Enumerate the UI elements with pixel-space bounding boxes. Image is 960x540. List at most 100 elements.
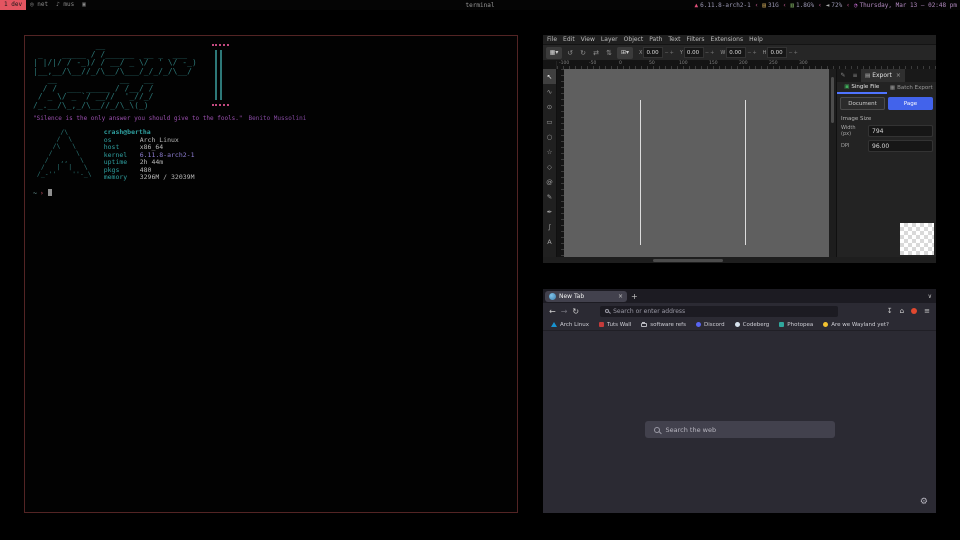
bookmark-are-we-wayland-yet-[interactable]: Are we Wayland yet? <box>823 322 889 328</box>
text-tool[interactable]: A <box>543 234 556 249</box>
workspace-net[interactable]: ◎ net <box>26 0 52 10</box>
node-tool[interactable]: ∿ <box>543 84 556 99</box>
scrollbar-thumb[interactable] <box>653 259 723 262</box>
decrement-icon[interactable]: − <box>705 50 709 56</box>
layers-dock-icon[interactable]: ≡ <box>849 72 861 79</box>
document-button[interactable]: Document <box>840 97 885 110</box>
browser-tab-new-tab[interactable]: New Tab × <box>545 291 627 302</box>
calligraphy-tool[interactable]: ∫ <box>543 219 556 234</box>
flip-horizontal-icon[interactable]: ⇄ <box>591 49 601 57</box>
downloads-icon[interactable]: ↧ <box>887 307 893 315</box>
shape-builder-tool[interactable]: ⊙ <box>543 99 556 114</box>
bookmark-discord[interactable]: Discord <box>696 322 725 328</box>
spiral-tool[interactable]: @ <box>543 174 556 189</box>
flip-vertical-icon[interactable]: ⇅ <box>604 49 614 57</box>
export-dock-tab[interactable]: ▤ Export × <box>861 69 905 82</box>
circle-bookmark-icon <box>696 322 701 327</box>
star-tool[interactable]: ☆ <box>543 144 556 159</box>
new-tab-button[interactable]: + <box>631 292 638 301</box>
personalize-gear-icon[interactable]: ⚙ <box>920 497 928 507</box>
bookmark-software-refs[interactable]: software refs <box>641 322 686 328</box>
rectangle-tool[interactable]: ▭ <box>543 114 556 129</box>
pen-tool[interactable]: ✒ <box>543 204 556 219</box>
reload-icon[interactable]: ↻ <box>572 307 579 316</box>
rotate-ccw-icon[interactable]: ↺ <box>565 49 575 57</box>
increment-icon[interactable]: + <box>710 50 714 56</box>
increment-icon[interactable]: + <box>752 50 756 56</box>
status-bar: 1 dev◎ net♪ mus▣ terminal ▲6.11.8-arch2-… <box>0 0 960 10</box>
address-bar[interactable]: Search or enter address <box>600 306 838 317</box>
menu-object[interactable]: Object <box>624 36 644 43</box>
web-search-box[interactable]: Search the web <box>645 421 835 438</box>
inkscape-canvas[interactable] <box>564 69 829 257</box>
bookmark-arch-linux[interactable]: Arch Linux <box>551 322 589 328</box>
workspace-mus[interactable]: ♪ mus <box>52 0 78 10</box>
tab-label: Batch Export <box>897 85 933 91</box>
inkscape-toolbox: ↖∿⊙▭○☆◇@✎✒∫A <box>543 69 557 257</box>
field-w-input[interactable]: 0.00 <box>726 47 746 58</box>
dpi-input[interactable]: 96.00 <box>868 140 933 152</box>
menu-layer[interactable]: Layer <box>601 36 618 43</box>
back-icon[interactable]: ← <box>549 307 556 316</box>
increment-icon[interactable]: + <box>794 50 798 56</box>
menu-icon[interactable]: ≡ <box>924 307 930 315</box>
menu-filters[interactable]: Filters <box>687 36 705 43</box>
shell-prompt[interactable]: ~› <box>33 189 509 197</box>
menu-text[interactable]: Text <box>668 36 680 43</box>
decrement-icon[interactable]: − <box>747 50 751 56</box>
field-y-input[interactable]: 0.00 <box>684 47 704 58</box>
bookmark-codeberg[interactable]: Codeberg <box>735 322 770 328</box>
decrement-icon[interactable]: − <box>788 50 792 56</box>
field-x-input[interactable]: 0.00 <box>643 47 663 58</box>
page-button[interactable]: Page <box>888 97 933 110</box>
browser-window[interactable]: New Tab × + ∨ ← → ↻ Search or enter addr… <box>543 289 936 513</box>
increment-icon[interactable]: + <box>670 50 674 56</box>
width-input[interactable]: 794 <box>868 125 933 137</box>
decrement-icon[interactable]: − <box>664 50 668 56</box>
arch-ascii-logo: /\ / \ /\ \ / \ / ,, \ / | | \ /_-'' ''-… <box>33 129 92 182</box>
menu-file[interactable]: File <box>547 36 557 43</box>
forward-icon[interactable]: → <box>561 307 568 316</box>
bookmark-photopea[interactable]: Photopea <box>779 322 813 328</box>
export-preview-thumbnail <box>900 223 934 255</box>
canvas-horizontal-scrollbar[interactable] <box>543 257 936 263</box>
rotate-cw-icon[interactable]: ↻ <box>578 49 588 57</box>
home-icon[interactable]: ⌂ <box>900 307 904 315</box>
close-icon[interactable]: × <box>896 72 901 79</box>
prompt-path: ~ <box>33 189 37 197</box>
selector-tool[interactable]: ↖ <box>543 69 556 84</box>
tab-close-icon[interactable]: × <box>618 293 623 300</box>
workspace-4[interactable]: ▣ <box>78 0 90 10</box>
menu-extensions[interactable]: Extensions <box>711 36 744 43</box>
edit-dock-icon[interactable]: ✎ <box>837 72 849 79</box>
tab-batch-export[interactable]: ▦Batch Export <box>887 82 937 94</box>
box-3d-tool[interactable]: ◇ <box>543 159 556 174</box>
menu-help[interactable]: Help <box>749 36 763 43</box>
tab-single-file[interactable]: ▣Single File <box>837 82 887 94</box>
ellipse-tool[interactable]: ○ <box>543 129 556 144</box>
web-search-placeholder: Search the web <box>666 426 717 434</box>
bookmark-label: software refs <box>650 322 686 328</box>
new-tab-page: Search the web ⚙ <box>543 331 936 513</box>
square-bookmark-icon <box>779 322 784 327</box>
scrollbar-thumb[interactable] <box>831 77 834 123</box>
canvas-vertical-scrollbar[interactable] <box>829 69 836 257</box>
inkscape-menubar: File Edit View Layer Object Path Text Filters Ex… <box>543 35 936 44</box>
list-all-tabs-icon[interactable]: ∨ <box>928 293 932 300</box>
address-placeholder: Search or enter address <box>613 308 685 315</box>
recording-indicator-icon[interactable] <box>911 308 917 314</box>
inkscape-window[interactable]: File Edit View Layer Object Path Text Filters Ex… <box>543 35 936 263</box>
module-separator: ‹ <box>755 2 759 9</box>
field-h-input[interactable]: 0.00 <box>767 47 787 58</box>
bookmark-tuts-wall[interactable]: Tuts Wall <box>599 322 631 328</box>
menu-edit[interactable]: Edit <box>563 36 575 43</box>
selection-mode-dropdown[interactable]: ▦▾ <box>546 47 562 59</box>
menu-path[interactable]: Path <box>649 36 662 43</box>
terminal-window[interactable]: __ _ _____ / /______ __ _ ___ | |/|/ / -… <box>24 35 518 513</box>
tab-title: New Tab <box>559 293 615 300</box>
align-dropdown[interactable]: ⊞▾ <box>617 47 633 59</box>
workspace-1-dev[interactable]: 1 dev <box>0 0 26 10</box>
pencil-tool[interactable]: ✎ <box>543 189 556 204</box>
inkscape-tool-controls: ▦▾↺↻⇄⇅⊞▾X0.00−+Y0.00−+W0.00−+H0.00−+ <box>543 44 936 61</box>
menu-view[interactable]: View <box>581 36 595 43</box>
